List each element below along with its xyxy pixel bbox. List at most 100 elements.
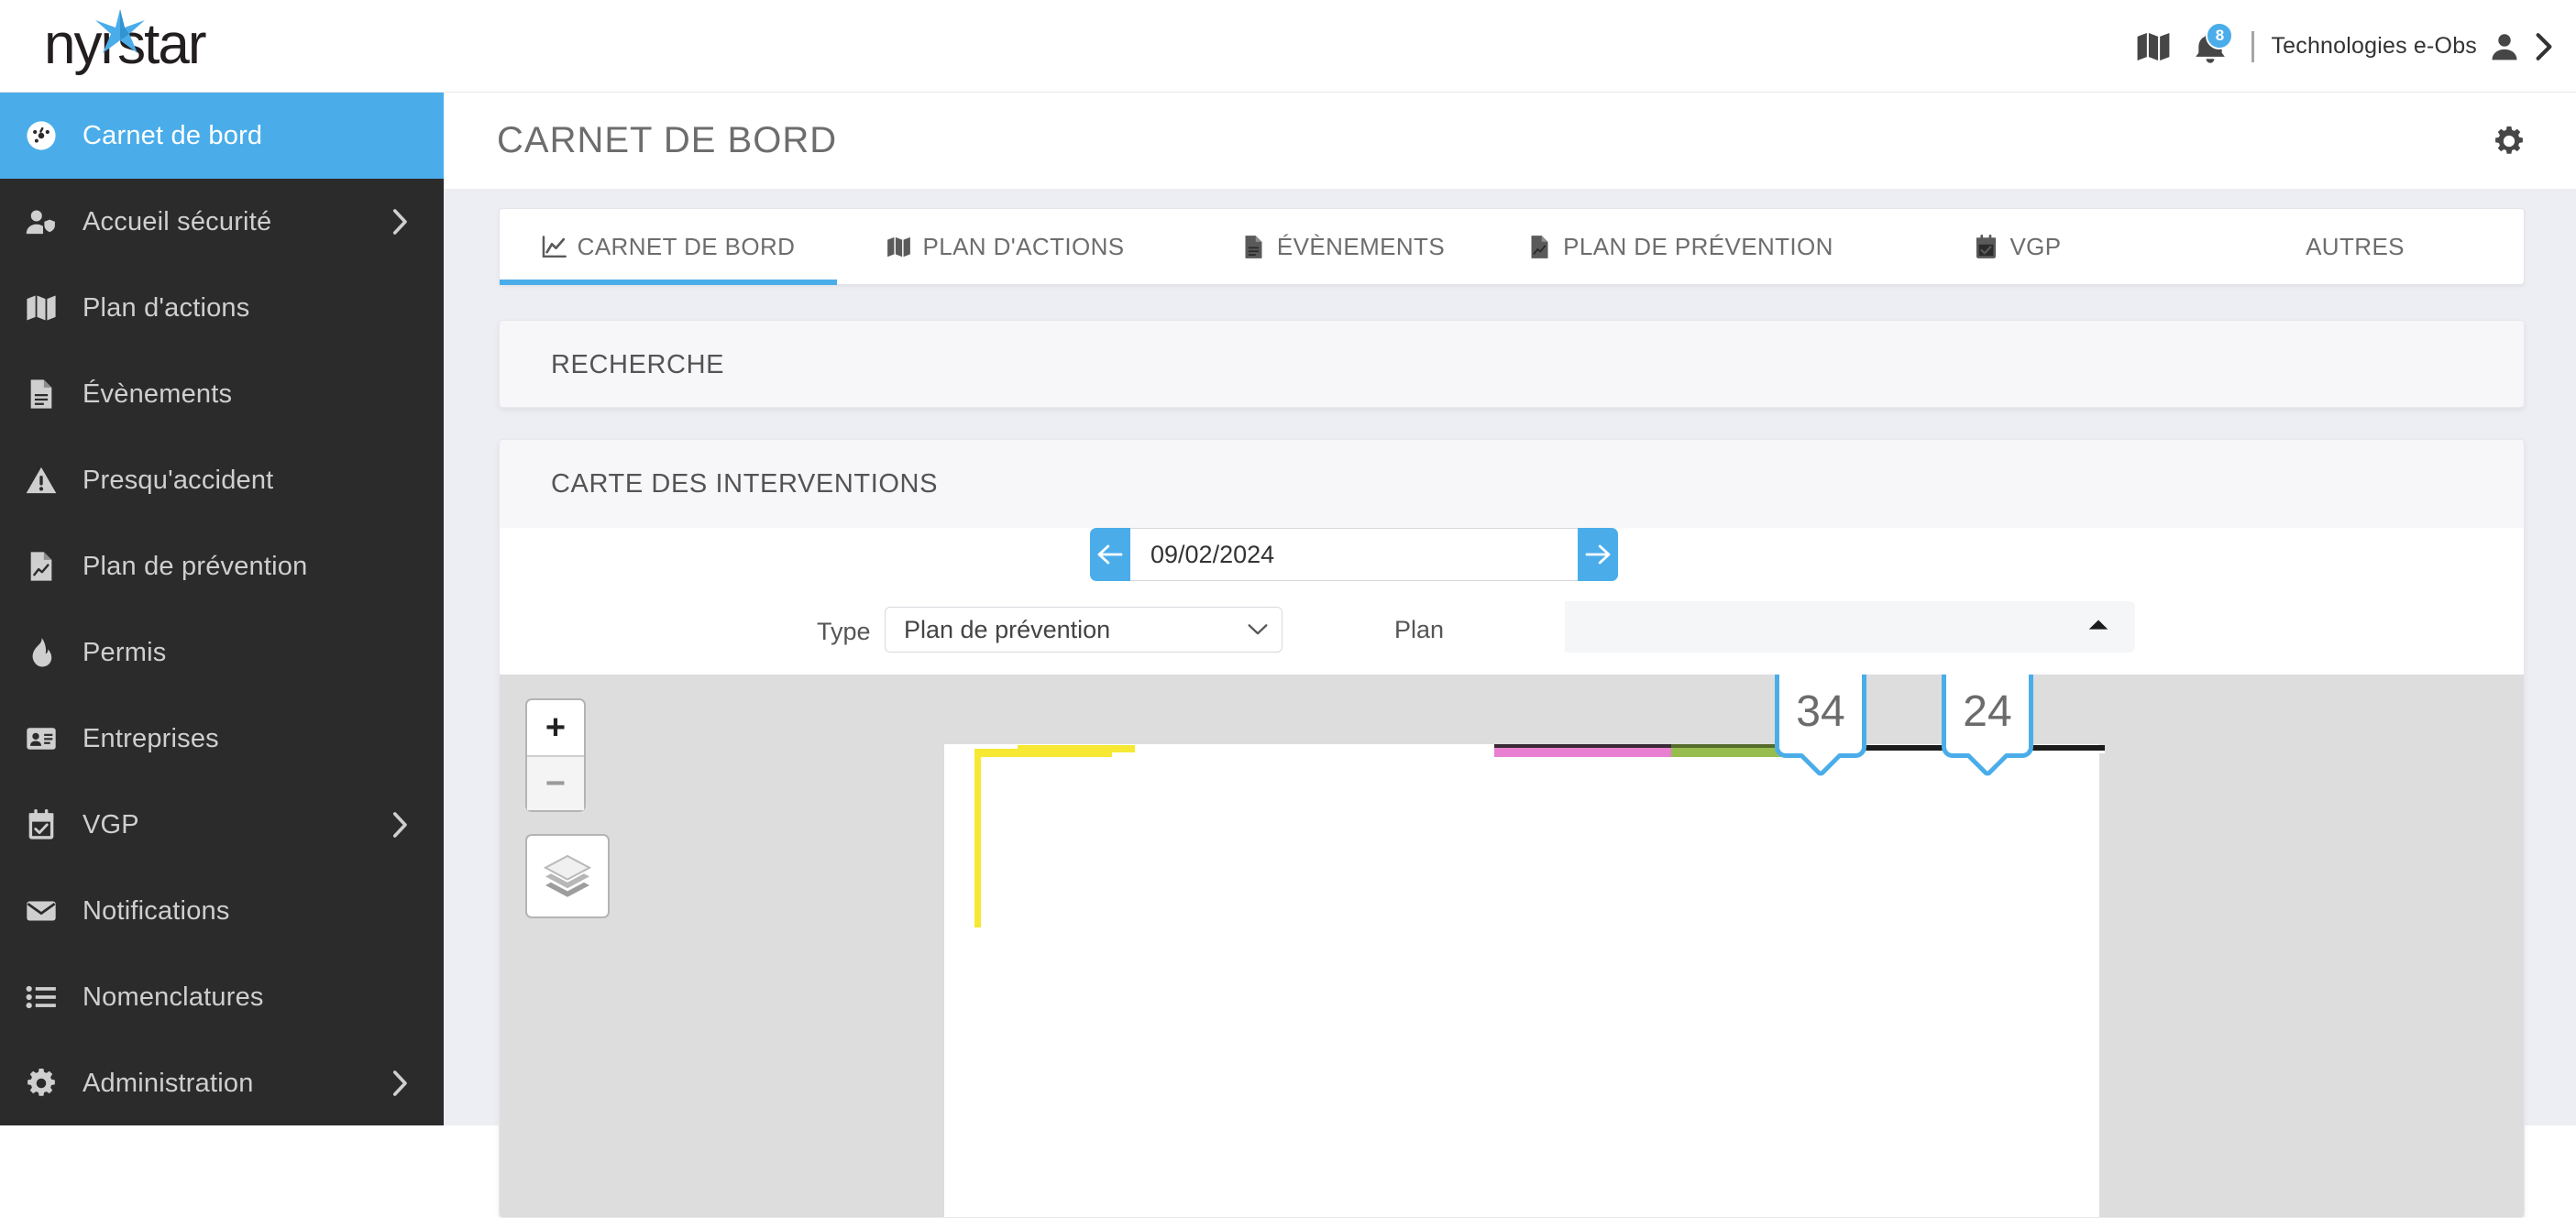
map-icon [13,292,70,324]
dashboard-icon [13,120,70,151]
layers-icon[interactable] [525,834,610,918]
tab-label: PLAN DE PRÉVENTION [1563,232,1833,260]
sidebar-item-presqu-accident[interactable]: Presqu'accident [0,437,444,523]
sidebar-item-label: Permis [83,637,167,667]
sidebar-item-permis[interactable]: Permis [0,609,444,696]
tab-carnet-de-bord[interactable]: CARNET DE BORD [500,209,837,285]
chevron-right-icon[interactable] [391,208,409,236]
sidebar-item-label: Administration [83,1068,254,1098]
map-zone-line-yellow-2 [1018,745,1135,752]
sidebar-item-label: Plan de prévention [83,551,308,581]
sidebar-item-carnet-de-bord[interactable]: Carnet de bord [0,93,444,179]
panel-carte-interventions: CARTE DES INTERVENTIONS Type [499,439,2525,1218]
user-shield-icon [13,206,70,237]
sidebar-item-notifications[interactable]: Notifications [0,868,444,954]
plan-value [1462,601,1565,653]
sidebar-item-label: Notifications [83,895,230,926]
type-select[interactable]: Plan de prévention [885,607,1282,653]
page-header: CARNET DE BORD [444,93,2576,189]
panel-recherche[interactable]: RECHERCHE [499,320,2525,408]
sidebar-item-label: VGP [83,809,139,839]
file-chart-icon [13,551,70,582]
sidebar-item-nomenclatures[interactable]: Nomenclatures [0,954,444,1040]
notification-badge: 8 [2206,21,2234,49]
map-marker-value: 24 [1963,686,2012,736]
gear-icon[interactable] [2493,126,2525,157]
sidebar-item-label: Nomenclatures [83,982,264,1012]
header-divider [2251,30,2255,62]
chevron-right-icon[interactable] [391,811,409,839]
sidebar-item-entreprises[interactable]: Entreprises [0,696,444,782]
sidebar-item-v-nements[interactable]: Évènements [0,351,444,437]
date-next-button[interactable] [1578,528,1618,581]
sidebar-item-vgp[interactable]: VGP [0,782,444,868]
tab-label: CARNET DE BORD [577,232,796,260]
sidebar-item-label: Carnet de bord [83,120,263,150]
main-content: CARNET DE BORD CARNET DE BORD PLAN D'ACTI… [444,93,2576,1218]
tab-v-nements[interactable]: ÉVÈNEMENTS [1174,209,1512,284]
chart-line-icon [542,235,567,259]
document-icon [1241,235,1266,259]
date-prev-button[interactable] [1090,528,1130,581]
type-label: Type [817,618,871,645]
map-icon[interactable] [2125,18,2182,75]
panel-recherche-title: RECHERCHE [551,349,725,379]
tab-label: PLAN D'ACTIONS [922,232,1125,260]
sidebar-item-label: Presqu'accident [83,465,274,495]
panel-recherche-header[interactable]: RECHERCHE [500,321,2524,409]
user-menu-chevron-right-icon[interactable] [2532,32,2556,61]
tab-autres[interactable]: AUTRES [2186,209,2524,284]
map-icon [886,235,911,259]
panel-carte-title: CARTE DES INTERVENTIONS [551,468,939,499]
map-marker[interactable]: 24 [1942,675,2033,758]
date-input[interactable] [1130,528,1578,581]
sidebar-item-label: Évènements [83,379,233,409]
tab-plan-d-actions[interactable]: PLAN D'ACTIONS [837,209,1174,284]
tab-plan-de-pr-vention[interactable]: PLAN DE PRÉVENTION [1512,209,1849,284]
envelope-icon [13,895,70,927]
map-zoom-controls: + − [525,698,586,812]
file-chart-icon [1527,235,1552,259]
tab-vgp[interactable]: VGP [1849,209,2186,284]
brand-logo[interactable]: nyrstar [44,9,255,82]
sidebar-item-administration[interactable]: Administration [0,1040,444,1125]
user-name: Technologies e-Obs [2271,33,2477,59]
tab-label: ÉVÈNEMENTS [1276,232,1446,260]
tab-label: AUTRES [2306,232,2405,260]
document-icon [13,379,70,410]
tab-bar: CARNET DE BORD PLAN D'ACTIONS ÉVÈNEMENTS PL… [499,208,2525,285]
calendar-check-icon [13,809,70,840]
map-zone-line-pink [1494,748,1671,757]
map-marker-value: 34 [1796,686,1845,736]
person-icon[interactable] [2490,32,2519,61]
sidebar: Carnet de bord Accueil sécurité Plan d'act… [0,93,444,1125]
gear-icon [13,1068,70,1099]
tab-label: VGP [2009,232,2062,260]
filter-row: Type Plan de prévention Plan [500,601,2524,662]
flame-icon [13,637,70,668]
id-card-icon [13,723,70,754]
sidebar-item-plan-d-actions[interactable]: Plan d'actions [0,265,444,351]
header-actions: 8 Technologies e-Obs [2125,0,2556,93]
top-bar: nyrstar 8 Technologies e-Obs [0,0,2576,93]
chevron-right-icon[interactable] [391,1070,409,1097]
sidebar-item-accueil-s-curit[interactable]: Accueil sécurité [0,179,444,265]
chevron-up-icon [2087,617,2109,638]
map-building-area [944,744,2099,1217]
sidebar-item-label: Entreprises [83,723,219,753]
zoom-in-button[interactable]: + [527,700,584,755]
plan-select[interactable] [1462,601,2135,653]
page-title: CARNET DE BORD [497,120,838,160]
sidebar-item-plan-de-pr-vention[interactable]: Plan de prévention [0,523,444,609]
map-marker[interactable]: 34 [1775,675,1866,758]
interventions-map[interactable]: 34 24 + − [500,675,2524,1217]
panel-carte-header[interactable]: CARTE DES INTERVENTIONS [500,440,2524,528]
sidebar-item-label: Plan d'actions [83,292,250,323]
star-icon [95,9,145,53]
warning-icon [13,465,70,496]
plan-label: Plan [1394,616,1445,643]
zoom-out-button[interactable]: − [527,755,584,810]
bell-icon[interactable]: 8 [2182,18,2239,75]
map-empty-area [2099,744,2466,1217]
date-navigator [1090,528,1618,581]
